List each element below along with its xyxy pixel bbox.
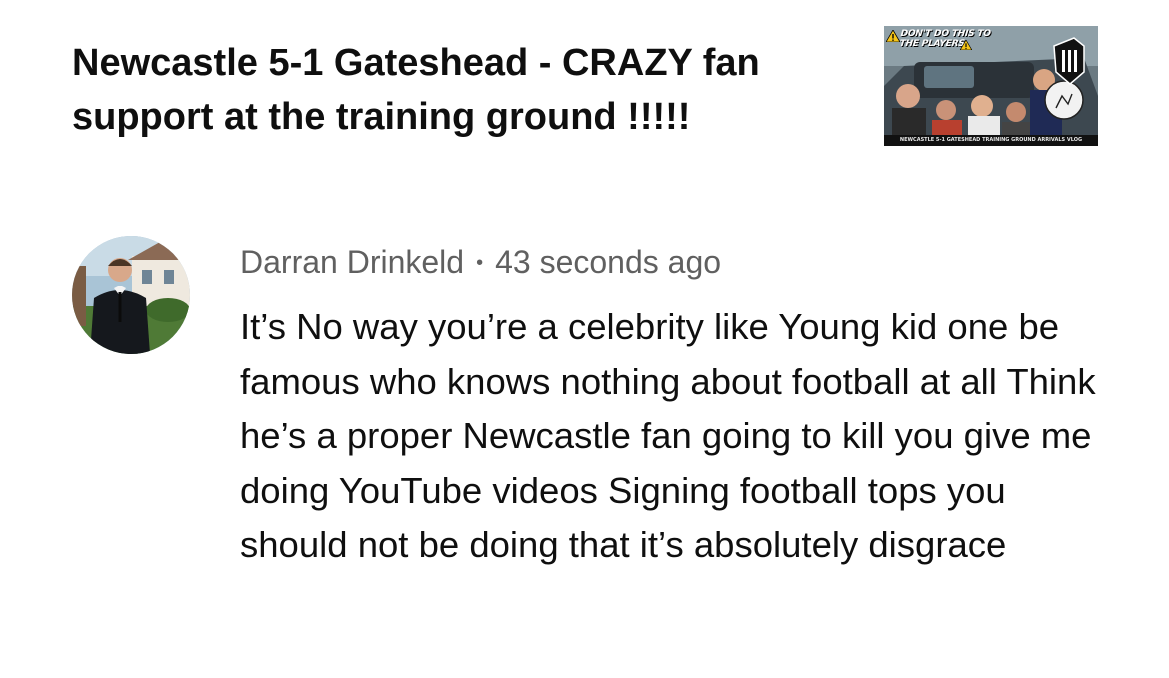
user-avatar-photo bbox=[72, 236, 190, 354]
meta-separator: • bbox=[476, 252, 484, 274]
warning-icon bbox=[886, 30, 900, 42]
thumbnail-overlay-text: DON'T DO THIS TO THE PLAYERS bbox=[898, 29, 992, 49]
author-avatar[interactable] bbox=[72, 236, 190, 354]
comment-meta: Darran Drinkeld • 43 seconds ago bbox=[240, 242, 721, 283]
video-thumbnail[interactable]: DON'T DO THIS TO THE PLAYERS NEWCASTLE 5… bbox=[884, 26, 1098, 146]
warning-icon bbox=[960, 40, 972, 50]
comment: Darran Drinkeld • 43 seconds ago It’s No w… bbox=[0, 228, 1169, 648]
comment-text: It’s No way you’re a celebrity like Youn… bbox=[240, 306, 1096, 565]
comment-author[interactable]: Darran Drinkeld bbox=[240, 244, 464, 280]
thumbnail-caption: NEWCASTLE 5-1 GATESHEAD TRAINING GROUND … bbox=[884, 135, 1098, 146]
comment-timestamp[interactable]: 43 seconds ago bbox=[495, 244, 721, 280]
video-header: Newcastle 5-1 Gateshead - CRAZY fan supp… bbox=[0, 0, 1169, 160]
video-title[interactable]: Newcastle 5-1 Gateshead - CRAZY fan supp… bbox=[72, 36, 862, 144]
